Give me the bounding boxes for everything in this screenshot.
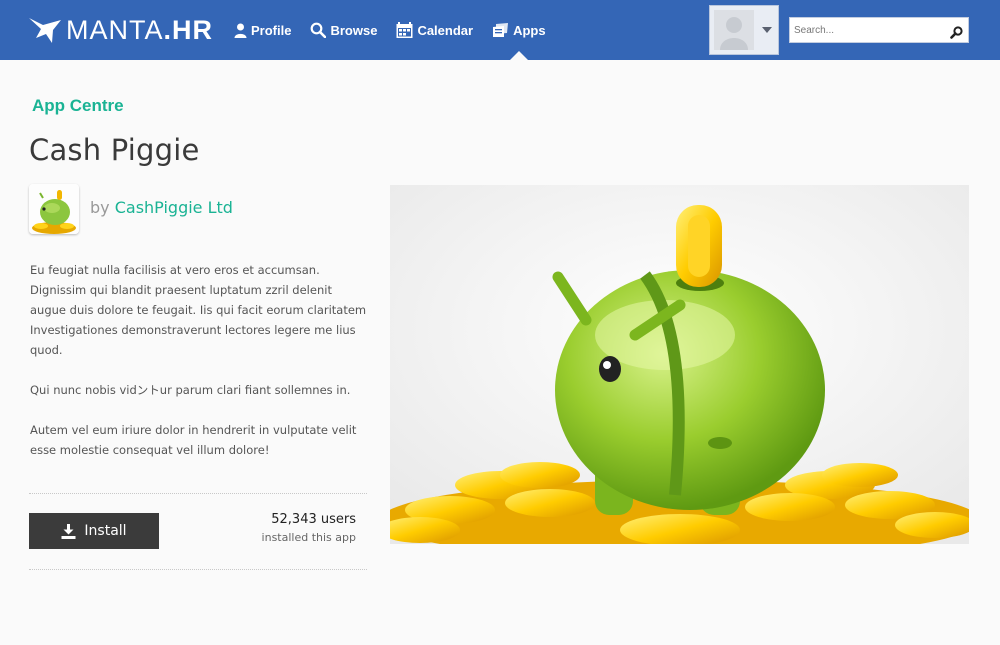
chevron-down-icon	[762, 27, 772, 33]
brand-name: MANTA.HR	[66, 14, 213, 46]
search-button-icon[interactable]	[950, 24, 963, 43]
search-box	[789, 17, 969, 43]
install-stats: 52,343 users installed this app	[230, 512, 356, 544]
brand-name-main: MANTA	[66, 15, 164, 45]
install-label: Install	[84, 523, 127, 539]
manta-ray-icon	[29, 18, 61, 43]
description-paragraph: Eu feugiat nulla facilisis at vero eros …	[30, 263, 367, 357]
app-icon	[29, 184, 79, 234]
search-input[interactable]	[790, 19, 940, 41]
nav-item-profile[interactable]: Profile	[234, 0, 291, 60]
page-title: Cash Piggie	[29, 133, 200, 167]
user-placeholder-icon	[720, 17, 748, 50]
description-paragraph: Qui nunc nobis vidントur parum clari fiant…	[30, 383, 351, 397]
nav-item-calendar[interactable]: Calendar	[396, 0, 473, 60]
coin-icon	[676, 205, 722, 287]
install-button[interactable]: Install	[29, 513, 159, 549]
nav-item-label: Calendar	[417, 22, 474, 38]
avatar	[714, 10, 754, 50]
user-menu[interactable]	[709, 5, 779, 55]
nav-item-browse[interactable]: Browse	[310, 0, 377, 60]
by-label: by	[90, 198, 110, 217]
app-byline: by CashPiggie Ltd	[90, 198, 233, 217]
calendar-icon	[396, 22, 413, 38]
brand-logo[interactable]: MANTA.HR	[28, 14, 213, 46]
nav-item-label: Browse	[330, 22, 378, 38]
app-banner-image	[390, 185, 969, 544]
top-navigation-bar: MANTA.HR Profile Browse Calendar Apps	[0, 0, 1000, 60]
users-note: installed this app	[261, 531, 356, 544]
main-nav: Profile Browse Calendar Apps	[234, 0, 565, 60]
breadcrumb[interactable]: App Centre	[32, 96, 124, 116]
app-description: Eu feugiat nulla facilisis at vero eros …	[30, 260, 370, 480]
person-icon	[234, 23, 247, 38]
apps-icon	[492, 22, 509, 38]
developer-link[interactable]: CashPiggie Ltd	[115, 198, 233, 217]
search-icon	[310, 22, 327, 38]
divider	[29, 493, 367, 494]
nav-item-label: Apps	[513, 22, 546, 38]
download-icon	[61, 523, 76, 539]
users-count: 52,343 users	[271, 512, 356, 527]
nav-item-apps[interactable]: Apps	[492, 0, 546, 60]
description-paragraph: Autem vel eum iriure dolor in hendrerit …	[30, 423, 357, 457]
divider	[29, 569, 367, 570]
nav-item-label: Profile	[251, 22, 292, 38]
brand-name-suffix: .HR	[163, 15, 213, 45]
